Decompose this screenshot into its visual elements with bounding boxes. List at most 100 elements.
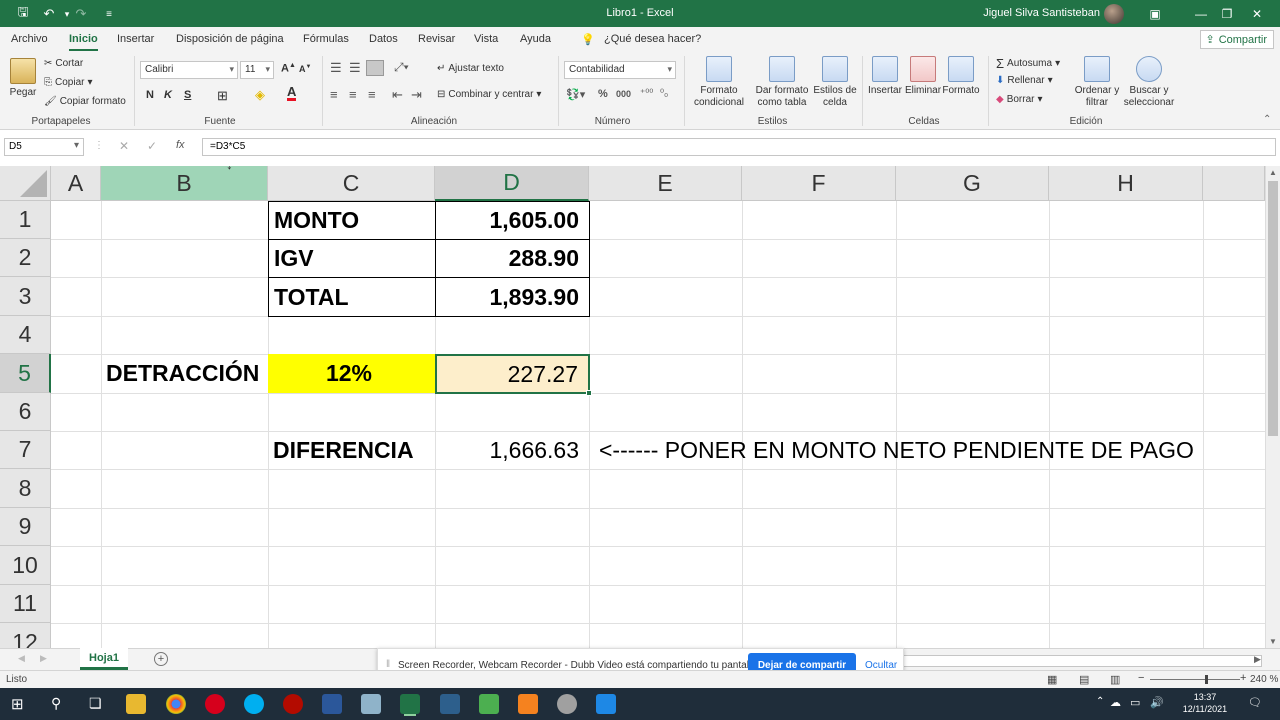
insert-function-icon[interactable]: fx <box>176 139 185 151</box>
cell-c1[interactable]: MONTO <box>268 201 436 240</box>
decrease-indent-icon[interactable]: ⇤ <box>392 87 403 103</box>
format-cells-button[interactable]: Formato <box>942 56 980 97</box>
paste-button[interactable]: Pegar <box>8 58 38 99</box>
scroll-right-icon[interactable]: ▶ <box>1254 654 1261 665</box>
notes-app-icon[interactable] <box>361 694 381 714</box>
name-box[interactable]: D5 <box>4 138 84 156</box>
notifications-icon[interactable]: 🗨 <box>1248 696 1262 709</box>
vertical-scroll-thumb[interactable] <box>1268 181 1278 436</box>
file-explorer-icon[interactable] <box>126 694 146 714</box>
column-header-i[interactable] <box>1203 166 1265 201</box>
save-icon[interactable]: 🖫 <box>14 4 32 23</box>
cell-d1[interactable]: 1,605.00 <box>435 201 590 240</box>
cell-c5[interactable]: 12% <box>268 354 435 393</box>
recorder-icon[interactable] <box>518 694 538 714</box>
copy-button[interactable]: ⎘ Copiar ▾ <box>44 77 93 88</box>
scroll-up-icon[interactable]: ▲ <box>1269 168 1277 177</box>
photos-icon[interactable] <box>596 694 616 714</box>
windows-start-icon[interactable]: ⊞ <box>11 695 24 713</box>
font-size-select[interactable]: 11 <box>240 61 274 79</box>
tab-disposicion[interactable]: Disposición de página <box>176 33 284 45</box>
comma-style-button[interactable]: 000 <box>616 89 631 99</box>
row-header-6[interactable]: 6 <box>0 393 51 431</box>
redo-icon[interactable]: ↷ <box>72 5 90 23</box>
customize-quick-access-icon[interactable]: ≡ <box>100 5 118 23</box>
tab-archivo[interactable]: Archivo <box>11 33 48 45</box>
align-bottom-icon[interactable] <box>366 60 384 76</box>
format-as-table-button[interactable]: Dar formato como tabla <box>752 56 812 109</box>
pdf-reader-icon[interactable] <box>283 694 303 714</box>
network-icon[interactable]: ▭ <box>1130 696 1140 709</box>
column-header-e[interactable]: E <box>589 166 742 201</box>
align-middle-icon[interactable]: ☰ <box>349 60 361 76</box>
align-right-icon[interactable]: ≡ <box>368 87 376 102</box>
font-color-icon[interactable]: A <box>287 85 297 101</box>
format-painter-button[interactable]: 🖌 Copiar formato <box>44 96 126 107</box>
merge-center-button[interactable]: ⊟ Combinar y centrar ▾ <box>437 89 541 100</box>
align-top-icon[interactable]: ☰ <box>330 60 342 76</box>
app-icon-1[interactable] <box>440 694 460 714</box>
row-header-1[interactable]: 1 <box>0 201 51 239</box>
volume-icon[interactable]: 🔊 <box>1150 696 1164 709</box>
app-icon-2[interactable] <box>557 694 577 714</box>
tab-ayuda[interactable]: Ayuda <box>520 33 551 45</box>
chrome-icon[interactable] <box>166 694 186 714</box>
cell-e7[interactable]: <------ PONER EN MONTO NETO PENDIENTE DE… <box>589 431 1265 469</box>
clock[interactable]: 13:37 12/11/2021 <box>1180 691 1230 715</box>
normal-view-icon[interactable]: ▦ <box>1047 673 1057 686</box>
formula-input[interactable]: =D3*C5 <box>202 138 1276 156</box>
zoom-level[interactable]: 240 % <box>1250 674 1278 685</box>
scroll-down-icon[interactable]: ▼ <box>1269 637 1277 646</box>
zoom-slider[interactable] <box>1150 679 1240 680</box>
cell-d3[interactable]: 1,893.90 <box>435 277 590 317</box>
tab-formulas[interactable]: Fórmulas <box>303 33 349 45</box>
add-sheet-button[interactable]: + <box>154 652 168 666</box>
user-name[interactable]: Jiguel Silva Santisteban <box>970 7 1100 19</box>
column-header-h[interactable]: H <box>1049 166 1203 201</box>
align-left-icon[interactable]: ≡ <box>330 87 338 102</box>
tab-revisar[interactable]: Revisar <box>418 33 455 45</box>
row-header-10[interactable]: 10 <box>0 546 51 585</box>
clear-button[interactable]: ◆ Borrar ▾ <box>996 94 1043 105</box>
ribbon-display-button[interactable]: ▣ <box>1132 0 1178 27</box>
borders-icon[interactable]: ⊞ <box>217 88 228 104</box>
zoom-in-icon[interactable]: + <box>1240 672 1246 684</box>
sheet-tab-hoja1[interactable]: Hoja1 <box>80 648 128 670</box>
tell-me-search[interactable]: ¿Qué desea hacer? <box>604 33 701 45</box>
decrease-font-icon[interactable]: A▼ <box>299 64 311 74</box>
row-header-12[interactable]: 12 <box>0 623 51 648</box>
share-button[interactable]: ⇪ Compartir <box>1200 30 1274 49</box>
column-header-b[interactable]: B <box>101 166 268 201</box>
cell-b5[interactable]: DETRACCIÓN <box>101 354 268 393</box>
cut-button[interactable]: ✂ Cortar <box>44 58 83 69</box>
tab-insertar[interactable]: Insertar <box>117 33 154 45</box>
decrease-decimal-icon[interactable]: ⁰₀ <box>660 88 668 99</box>
cancel-icon[interactable]: ✕ <box>119 139 129 153</box>
row-header-9[interactable]: 9 <box>0 508 51 546</box>
wrap-text-button[interactable]: ↵ Ajustar texto <box>437 63 504 74</box>
undo-icon[interactable]: ↶ <box>40 5 58 23</box>
search-icon[interactable]: ⚲ <box>51 695 61 712</box>
fill-button[interactable]: ⬇ Rellenar ▾ <box>996 75 1053 86</box>
show-hidden-icons-icon[interactable]: ⌃ <box>1096 696 1104 707</box>
number-format-select[interactable]: Contabilidad <box>564 61 676 79</box>
insert-cells-button[interactable]: Insertar <box>867 56 903 97</box>
close-button[interactable]: ✕ <box>1234 0 1280 27</box>
excel-icon[interactable] <box>400 694 420 714</box>
increase-indent-icon[interactable]: ⇥ <box>411 87 422 103</box>
accounting-format-icon[interactable]: 💱▾ <box>566 88 585 101</box>
cell-d2[interactable]: 288.90 <box>435 239 590 278</box>
zoom-slider-knob[interactable] <box>1205 675 1208 684</box>
percent-style-button[interactable]: % <box>598 88 608 100</box>
conditional-format-button[interactable]: Formato condicional <box>689 56 749 109</box>
orientation-icon[interactable]: ⤢▾ <box>394 60 409 75</box>
row-header-7[interactable]: 7 <box>0 431 51 469</box>
opera-icon[interactable] <box>205 694 225 714</box>
tab-inicio[interactable]: Inicio <box>69 33 98 51</box>
row-header-2[interactable]: 2 <box>0 239 51 277</box>
sort-filter-button[interactable]: Ordenar y filtrar <box>1074 56 1120 109</box>
collapse-ribbon-icon[interactable]: ⌃ <box>1263 114 1271 125</box>
column-header-d[interactable]: D <box>435 166 589 201</box>
select-all-button[interactable] <box>0 166 51 201</box>
cell-c3[interactable]: TOTAL <box>268 277 436 317</box>
